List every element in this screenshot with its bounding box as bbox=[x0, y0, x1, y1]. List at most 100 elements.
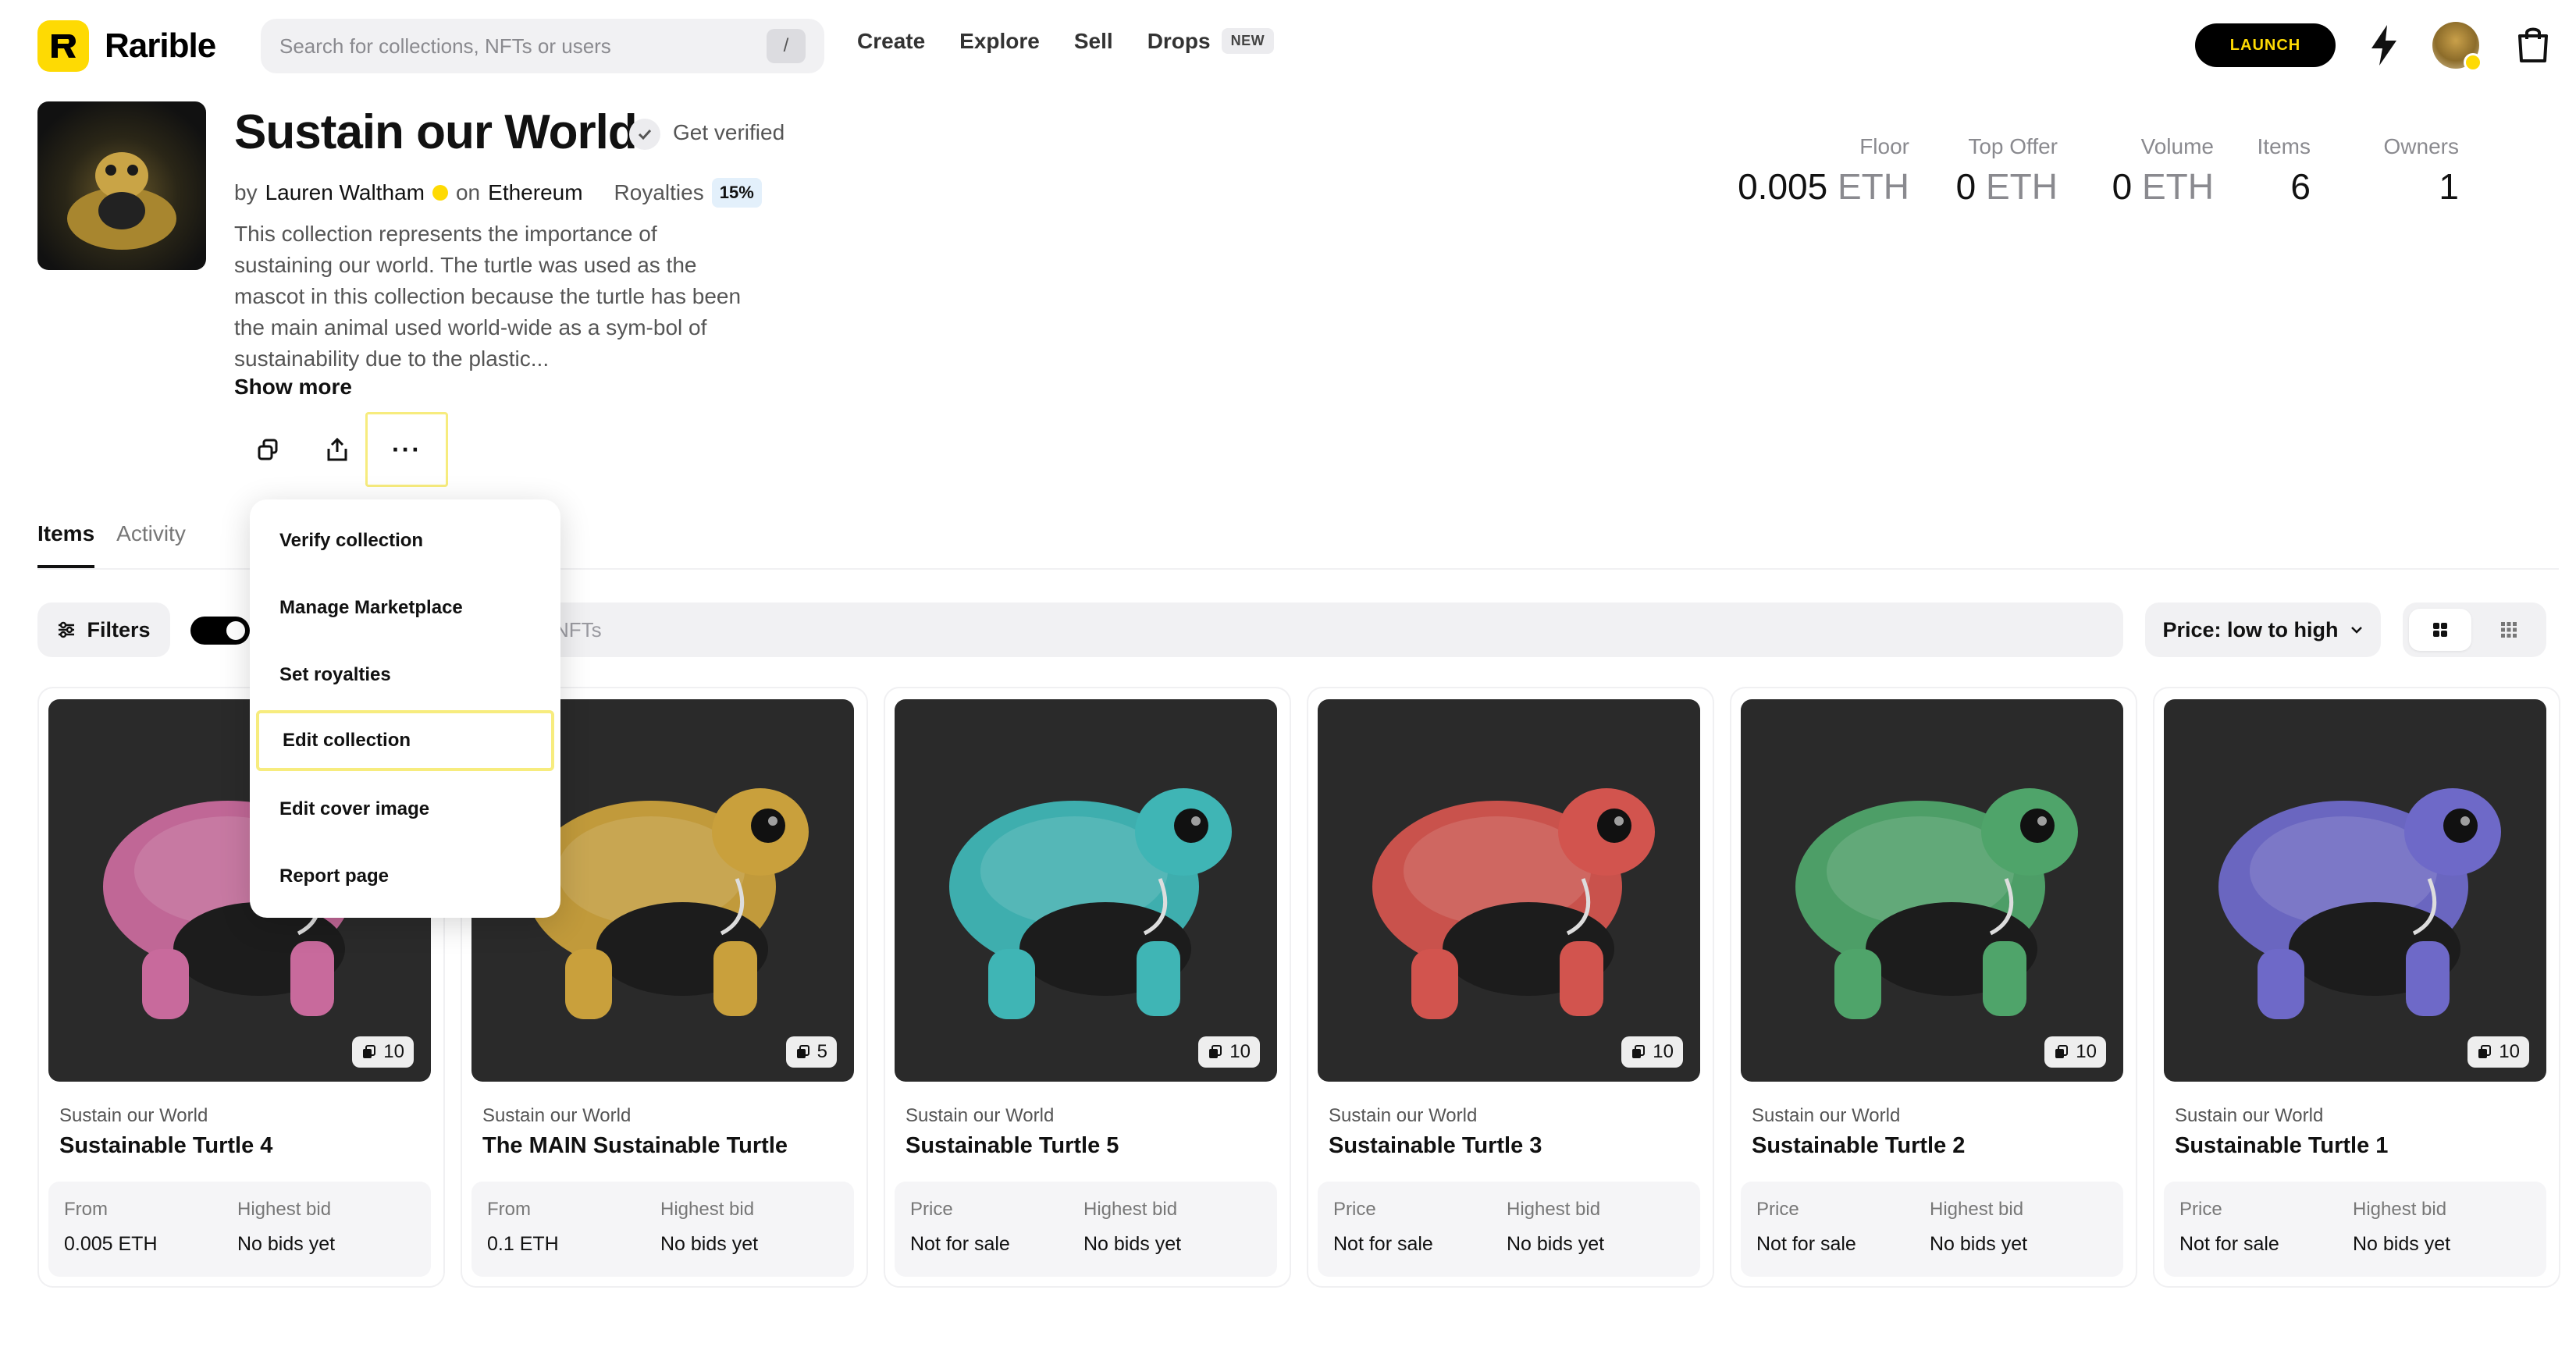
menu-item-set-royalties[interactable]: Set royalties bbox=[256, 645, 554, 705]
filters-icon bbox=[59, 621, 75, 638]
more-options-menu: Verify collection Manage Marketplace Set… bbox=[250, 499, 560, 918]
collection-byline: by Lauren Waltham on Ethereum Royalties … bbox=[234, 178, 762, 208]
menu-item-verify-collection[interactable]: Verify collection bbox=[256, 510, 554, 571]
nft-collection-name[interactable]: Sustain our World bbox=[1329, 1105, 1477, 1127]
menu-item-report-page[interactable]: Report page bbox=[256, 846, 554, 907]
nft-price-box: From Highest bid 0.1 ETH No bids yet bbox=[471, 1182, 854, 1277]
nft-card[interactable]: 10 Sustain our World Sustainable Turtle … bbox=[1307, 687, 1714, 1288]
launch-button[interactable]: LAUNCH bbox=[2195, 23, 2336, 67]
user-avatar[interactable] bbox=[2432, 22, 2482, 72]
nft-name[interactable]: The MAIN Sustainable Turtle bbox=[482, 1133, 788, 1159]
stat-floor: Floor 0.005 ETH bbox=[1733, 134, 1909, 208]
filters-label: Filters bbox=[87, 617, 151, 642]
nft-name[interactable]: Sustainable Turtle 4 bbox=[59, 1133, 272, 1159]
stat-volume: Volume 0 ETH bbox=[2108, 134, 2214, 208]
copies-badge: 5 bbox=[785, 1036, 837, 1068]
creator-link[interactable]: Lauren Waltham bbox=[265, 180, 425, 205]
royalties-label: Royalties bbox=[614, 180, 704, 204]
get-verified-link[interactable]: Get verified bbox=[673, 120, 785, 145]
search-input[interactable] bbox=[279, 34, 767, 59]
nft-price-box: From Highest bid 0.005 ETH No bids yet bbox=[48, 1182, 431, 1277]
copies-count: 10 bbox=[383, 1041, 404, 1062]
royalties-badge: 15% bbox=[711, 178, 762, 208]
price-value: Not for sale bbox=[910, 1233, 1010, 1255]
nft-price-box: Price Highest bid Not for sale No bids y… bbox=[1318, 1182, 1700, 1277]
price-label: Price bbox=[2179, 1199, 2222, 1220]
show-more-link[interactable]: Show more bbox=[234, 375, 352, 400]
nft-image[interactable]: 10 bbox=[1318, 699, 1700, 1082]
lightning-icon[interactable] bbox=[2365, 23, 2403, 67]
price-value: 0.1 ETH bbox=[487, 1233, 559, 1255]
more-options-button[interactable]: ··· bbox=[365, 412, 448, 487]
nav-drops[interactable]: Drops bbox=[1147, 29, 1211, 54]
turtle-artwork bbox=[949, 788, 1232, 1019]
search-shortcut-key: / bbox=[767, 29, 806, 63]
nft-image[interactable]: 10 bbox=[2164, 699, 2546, 1082]
bid-value: No bids yet bbox=[1083, 1233, 1182, 1255]
bid-label: Highest bid bbox=[2353, 1199, 2447, 1220]
grid-large-view-icon[interactable] bbox=[2409, 609, 2471, 651]
brand-name: Rarible bbox=[105, 27, 216, 65]
tab-activity[interactable]: Activity bbox=[116, 521, 186, 568]
price-value: Not for sale bbox=[1333, 1233, 1433, 1255]
chain-label: Ethereum bbox=[488, 180, 583, 204]
view-toggle bbox=[2403, 602, 2546, 657]
copies-icon bbox=[2055, 1045, 2069, 1058]
stat-top-offer: Top Offer 0 ETH bbox=[1952, 134, 2058, 208]
nft-card[interactable]: 10 Sustain our World Sustainable Turtle … bbox=[884, 687, 1291, 1288]
nft-collection-name[interactable]: Sustain our World bbox=[482, 1105, 631, 1127]
nft-name[interactable]: Sustainable Turtle 1 bbox=[2175, 1133, 2388, 1159]
rarible-logo-icon bbox=[37, 20, 89, 72]
chevron-down-icon bbox=[2350, 627, 2362, 634]
nft-collection-name[interactable]: Sustain our World bbox=[2175, 1105, 2323, 1127]
verify-check-icon[interactable] bbox=[629, 119, 660, 150]
nav-sell[interactable]: Sell bbox=[1074, 29, 1113, 54]
grid-small-view-icon[interactable] bbox=[2478, 609, 2540, 651]
stat-value: 6 bbox=[2290, 166, 2311, 207]
stat-value: 0 ETH bbox=[1955, 166, 2058, 207]
nft-name[interactable]: Sustainable Turtle 2 bbox=[1752, 1133, 1965, 1159]
listed-toggle[interactable] bbox=[190, 617, 250, 645]
share-icon[interactable] bbox=[318, 431, 356, 468]
copies-icon bbox=[1632, 1045, 1646, 1058]
copy-link-icon[interactable] bbox=[250, 431, 287, 468]
copies-badge: 10 bbox=[1621, 1036, 1683, 1068]
sort-dropdown[interactable]: Price: low to high bbox=[2145, 602, 2381, 657]
stat-items: Items 6 bbox=[2248, 134, 2311, 208]
copies-count: 10 bbox=[2076, 1041, 2097, 1062]
drops-new-badge: NEW bbox=[1221, 28, 1275, 54]
menu-item-edit-cover-image[interactable]: Edit cover image bbox=[256, 779, 554, 840]
shopping-bag-icon[interactable] bbox=[2514, 23, 2553, 66]
filters-button[interactable]: Filters bbox=[37, 602, 170, 657]
nft-collection-name[interactable]: Sustain our World bbox=[906, 1105, 1054, 1127]
by-label: by bbox=[234, 180, 258, 204]
nav-explore[interactable]: Explore bbox=[959, 29, 1040, 54]
tab-items[interactable]: Items bbox=[37, 521, 95, 568]
bid-value: No bids yet bbox=[237, 1233, 336, 1255]
on-label: on bbox=[455, 180, 481, 204]
nft-card[interactable]: 10 Sustain our World Sustainable Turtle … bbox=[2153, 687, 2560, 1288]
menu-item-manage-marketplace[interactable]: Manage Marketplace bbox=[256, 578, 554, 638]
price-label: Price bbox=[1333, 1199, 1376, 1220]
copies-icon bbox=[2478, 1045, 2492, 1058]
menu-item-edit-collection[interactable]: Edit collection bbox=[256, 710, 554, 771]
toggle-knob bbox=[226, 621, 245, 640]
global-search[interactable]: / bbox=[261, 19, 824, 73]
nft-search-placeholder: NFTs bbox=[554, 618, 602, 642]
creator-verified-icon bbox=[432, 185, 448, 201]
nft-collection-name[interactable]: Sustain our World bbox=[59, 1105, 208, 1127]
nft-name[interactable]: Sustainable Turtle 5 bbox=[906, 1133, 1119, 1159]
main-nav: Create Explore Sell Drops NEW bbox=[857, 28, 1275, 54]
rarible-logo[interactable]: Rarible bbox=[37, 20, 216, 72]
nft-card[interactable]: 10 Sustain our World Sustainable Turtle … bbox=[1730, 687, 2137, 1288]
nav-create[interactable]: Create bbox=[857, 29, 925, 54]
bid-label: Highest bid bbox=[237, 1199, 332, 1220]
copies-count: 5 bbox=[817, 1041, 827, 1062]
nft-image[interactable]: 10 bbox=[1741, 699, 2123, 1082]
nft-image[interactable]: 10 bbox=[895, 699, 1277, 1082]
turtle-artwork bbox=[1372, 788, 1655, 1019]
sort-label: Price: low to high bbox=[2162, 617, 2339, 642]
nft-name[interactable]: Sustainable Turtle 3 bbox=[1329, 1133, 1542, 1159]
top-navbar: Rarible / Create Explore Sell Drops NEW … bbox=[0, 0, 2576, 91]
nft-collection-name[interactable]: Sustain our World bbox=[1752, 1105, 1900, 1127]
